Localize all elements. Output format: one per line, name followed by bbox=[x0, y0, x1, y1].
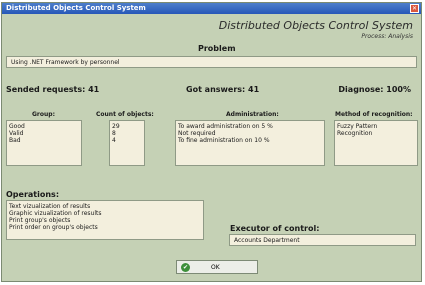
list-item[interactable]: Good bbox=[9, 123, 79, 130]
problem-field[interactable]: Using .NET Framework by personnel bbox=[6, 56, 417, 68]
group-label: Group: bbox=[32, 111, 55, 118]
operations-label: Operations: bbox=[6, 190, 60, 199]
list-item[interactable]: Bad bbox=[9, 137, 79, 144]
group-list[interactable]: Good Valid Bad bbox=[6, 120, 82, 166]
diagnose: Diagnose: 100% bbox=[338, 85, 411, 94]
list-item[interactable]: 4 bbox=[112, 137, 142, 144]
list-item[interactable]: Text vizualization of results bbox=[9, 203, 201, 210]
executor-value: Accounts Department bbox=[234, 237, 300, 244]
list-item[interactable]: Recognition bbox=[337, 130, 415, 137]
executor-field[interactable]: Accounts Department bbox=[229, 234, 416, 246]
check-icon: ✔ bbox=[181, 263, 190, 272]
problem-label: Problem bbox=[198, 44, 236, 53]
problem-value: Using .NET Framework by personnel bbox=[11, 59, 120, 66]
got-answers: Got answers: 41 bbox=[186, 85, 260, 94]
title-bar[interactable]: Distributed Objects Control System ✕ bbox=[2, 3, 421, 14]
main-window: Distributed Objects Control System ✕ Dis… bbox=[1, 2, 422, 282]
list-item[interactable]: 8 bbox=[112, 130, 142, 137]
list-item[interactable]: 29 bbox=[112, 123, 142, 130]
count-label: Count of objects: bbox=[96, 111, 154, 118]
sended-requests: Sended requests: 41 bbox=[6, 85, 100, 94]
window-title: Distributed Objects Control System bbox=[6, 4, 146, 12]
administration-list[interactable]: To award administration on 5 % Not requi… bbox=[175, 120, 325, 166]
list-item[interactable]: To fine administration on 10 % bbox=[178, 137, 322, 144]
operations-list[interactable]: Text vizualization of results Graphic vi… bbox=[6, 200, 204, 240]
app-title: Distributed Objects Control System bbox=[218, 19, 413, 32]
list-item[interactable]: Print group's objects bbox=[9, 217, 201, 224]
list-item[interactable]: Graphic vizualization of results bbox=[9, 210, 201, 217]
list-item[interactable]: To award administration on 5 % bbox=[178, 123, 322, 130]
method-label: Method of recognition: bbox=[335, 111, 413, 118]
ok-button[interactable]: ✔ OK bbox=[176, 260, 258, 274]
count-list[interactable]: 29 8 4 bbox=[109, 120, 145, 166]
process-subtitle: Process: Analysis bbox=[361, 33, 413, 40]
administration-label: Administration: bbox=[226, 111, 279, 118]
list-item[interactable]: Print order on group's objects bbox=[9, 224, 201, 231]
list-item[interactable]: Valid bbox=[9, 130, 79, 137]
ok-button-label: OK bbox=[211, 264, 220, 271]
list-item[interactable]: Fuzzy Pattern bbox=[337, 123, 415, 130]
close-icon[interactable]: ✕ bbox=[410, 4, 419, 13]
method-list[interactable]: Fuzzy Pattern Recognition bbox=[334, 120, 418, 166]
executor-label: Executor of control: bbox=[230, 224, 320, 233]
list-item[interactable]: Not required bbox=[178, 130, 322, 137]
